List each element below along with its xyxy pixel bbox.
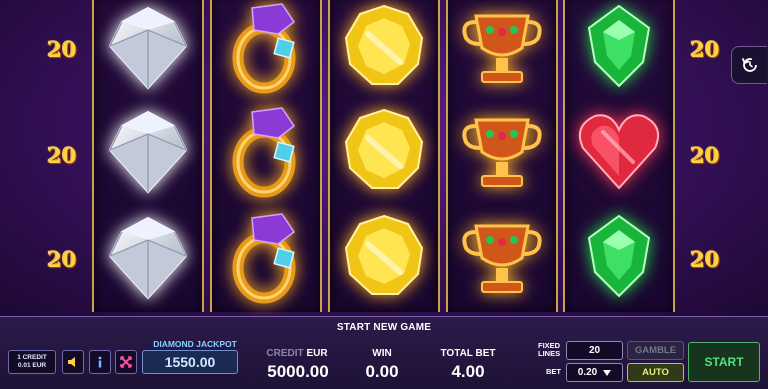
credit-value: 5000.00 <box>267 362 329 381</box>
reel-4 <box>446 0 558 312</box>
jackpot-value: 1550.00 <box>142 350 238 374</box>
start-button[interactable]: START <box>688 342 760 382</box>
payline-number-left-2: 20 <box>47 143 77 168</box>
payline-number-right-3: 20 <box>690 247 720 272</box>
gamble-button[interactable]: GAMBLE <box>627 341 684 360</box>
win-value: 0.00 <box>365 362 399 381</box>
green-gem-symbol <box>565 0 673 98</box>
paytable-icon <box>120 356 132 368</box>
reel-5 <box>563 0 675 312</box>
credit-value-button[interactable]: 1 CREDIT 0.01 EUR <box>8 350 56 374</box>
credit-value-line2: 0.01 EUR <box>17 362 47 369</box>
auto-button[interactable]: AUTO <box>627 363 684 382</box>
replay-button[interactable] <box>731 46 767 84</box>
credit-value-line1: 1 CREDIT <box>17 354 47 361</box>
payline-number-right-2: 20 <box>690 143 720 168</box>
credit-label: CREDIT EUR <box>262 348 332 359</box>
paytable-button[interactable] <box>115 350 137 374</box>
info-button[interactable] <box>89 350 111 374</box>
gold-coin-symbol <box>330 98 438 202</box>
diamond-symbol <box>94 98 202 202</box>
trophy-cup-symbol <box>448 98 556 202</box>
total-bet-value: 4.00 <box>451 362 485 381</box>
bet-field[interactable]: 0.20 <box>566 363 623 382</box>
ring-symbol <box>212 98 320 202</box>
fixed-lines-label: FIXED LINES <box>538 342 560 358</box>
reel-3 <box>328 0 440 312</box>
payline-number-left-1: 20 <box>47 37 77 62</box>
credit-unit: EUR <box>306 348 328 359</box>
slot-stage: 20 20 20 20 20 20 <box>0 0 768 322</box>
gold-coin-symbol <box>330 0 438 98</box>
diamond-symbol <box>94 204 202 308</box>
sound-button[interactable] <box>62 350 84 374</box>
gold-coin-symbol <box>330 204 438 308</box>
chevron-down-icon <box>603 369 612 376</box>
fixed-lines-label-line2: LINES <box>538 349 561 358</box>
diamond-symbol <box>94 0 202 98</box>
payline-number-left-3: 20 <box>47 247 77 272</box>
payline-number-right-1: 20 <box>690 37 720 62</box>
win-label: WIN <box>372 348 392 359</box>
info-icon <box>98 356 102 368</box>
red-heart-symbol <box>565 98 673 202</box>
ring-symbol <box>212 204 320 308</box>
green-gem-symbol <box>565 204 673 308</box>
start-new-game-message: START NEW GAME <box>336 322 432 333</box>
bet-value: 0.20 <box>577 367 598 378</box>
trophy-cup-symbol <box>448 0 556 98</box>
speaker-icon <box>68 357 75 367</box>
fixed-lines-value: 20 <box>566 341 623 360</box>
reel-1 <box>92 0 204 312</box>
reel-2 <box>210 0 322 312</box>
trophy-cup-symbol <box>448 204 556 308</box>
jackpot-label: DIAMOND JACKPOT <box>153 339 237 349</box>
ring-symbol <box>212 0 320 98</box>
replay-icon <box>741 58 757 72</box>
bet-label: BET <box>546 367 561 376</box>
credit-label-text: CREDIT <box>266 348 304 359</box>
total-bet-label: TOTAL BET <box>440 348 496 359</box>
